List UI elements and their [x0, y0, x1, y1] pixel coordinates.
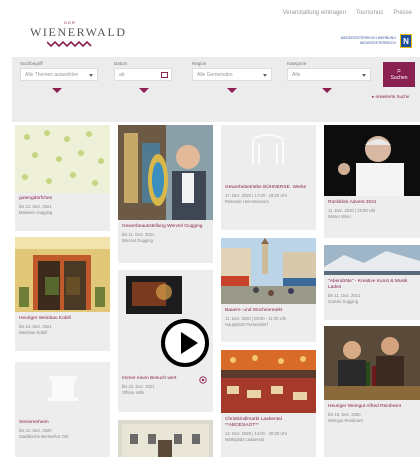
- event-title: Bauern- und Wochenmarkt: [225, 308, 283, 313]
- filter-tags-value: Alle: [292, 72, 301, 78]
- filter-pointer-icon: [52, 88, 62, 93]
- event-card[interactable]: [118, 420, 213, 457]
- event-image: [118, 125, 213, 220]
- nav-link-press[interactable]: Presse: [393, 10, 412, 16]
- event-card[interactable]: Heuriger Weingut Alfred Reinbrant bis 16…: [324, 326, 420, 457]
- event-image: [15, 237, 110, 312]
- event-location: Hauptplatz Purkersdorf: [225, 321, 268, 327]
- event-location: Stadtkirche Breitenfurt Ost: [19, 433, 69, 439]
- event-card[interactable]: Bauern- und Wochenmarkt 11. Dez. 2020 | …: [221, 238, 316, 342]
- event-location: Maleisen Sugging: [19, 209, 53, 215]
- filter-region: Region Alle Gemeinden: [192, 61, 272, 81]
- filter-region-value: Alle Gemeinden: [197, 72, 233, 78]
- filter-tags-label: Kategorie: [287, 61, 307, 66]
- event-card-body: Gewerbeausstellung Wenzel Gugging bis 11…: [122, 224, 209, 243]
- chevron-down-icon: [89, 74, 93, 77]
- event-card-body: Christkindlmarkt Laabental **ABGESAGT** …: [225, 417, 312, 442]
- event-image: [221, 238, 316, 304]
- filter-bar: Suchbegriff Alle Themen auswählen Datum …: [12, 57, 420, 122]
- event-title: Immer einen Besuch wert: [122, 376, 177, 381]
- advanced-search-link[interactable]: ▸ erweiterte Suche: [372, 94, 409, 100]
- event-image: [324, 125, 420, 196]
- search-button[interactable]: ⌕ Suchen: [383, 62, 415, 87]
- event-card[interactable]: Immer einen Besuch wert bis 22. Dez. 202…: [118, 270, 213, 412]
- event-card-body: gutengdörfchen bis 21. Dez. 2021 Maleise…: [19, 196, 106, 215]
- event-card[interactable]: Gewerbebetriebe BÜHNERSE. Werke 17. Dez.…: [221, 125, 316, 230]
- filter-category-label: Suchbegriff: [20, 61, 43, 66]
- logo-name: WIENERWALD: [30, 25, 127, 39]
- filter-pointer-icon: [227, 88, 237, 93]
- event-title: gutengdörfchen: [19, 196, 53, 201]
- event-image: [118, 420, 213, 457]
- event-location: Weinbau Kobill: [19, 329, 47, 335]
- event-image: [324, 326, 420, 400]
- advanced-search-label: erweiterte Suche: [375, 94, 410, 99]
- filter-date: Datum ab: [114, 61, 172, 81]
- partner-badge-icon: N: [400, 34, 412, 48]
- event-location: Offene Höfe: [122, 389, 145, 395]
- nav-link-add-event[interactable]: Veranstaltung eintragen: [283, 10, 346, 16]
- filter-date-label: Datum: [114, 61, 128, 66]
- play-video-icon[interactable]: [161, 319, 209, 367]
- event-card[interactable]: Rückblick Advent 2021 11. Dez. 2020 | 19…: [324, 125, 420, 238]
- event-video-thumbnail[interactable]: [126, 276, 182, 321]
- event-title: Gewerbeausstellung Wenzel Gugging: [122, 224, 203, 229]
- filter-tags-select[interactable]: Alle: [287, 68, 371, 81]
- chevron-down-icon: [263, 74, 267, 77]
- event-card[interactable]: "Abendröte" - Kreative Kunst & Musik Lad…: [324, 245, 420, 320]
- search-button-label: Suchen: [390, 75, 408, 81]
- event-image-placeholder: [15, 362, 110, 416]
- event-image: [15, 125, 110, 193]
- filter-pointer-icon: [139, 88, 149, 93]
- event-card-body: Seniorenheim bis 31. Dez. 2020 Stadtkirc…: [19, 420, 106, 439]
- event-card-body: Immer einen Besuch wert bis 22. Dez. 202…: [122, 376, 209, 395]
- logo-wave-icon: [47, 41, 92, 47]
- event-title: Gewerbebetriebe BÜHNERSE. Werke: [225, 185, 307, 190]
- target-icon[interactable]: [199, 376, 207, 384]
- event-title: Christkindlmarkt Laabental **ABGESAGT**: [225, 417, 282, 428]
- search-icon: ⌕: [396, 66, 402, 75]
- filter-category-select[interactable]: Alle Themen auswählen: [20, 68, 98, 81]
- event-image: [221, 350, 316, 413]
- event-card-body: Heuriger Weinbau Kobill bis 24. Dez. 202…: [19, 316, 106, 335]
- event-location: Winter Wien: [328, 213, 351, 219]
- event-card-body: Rückblick Advent 2021 11. Dez. 2020 | 19…: [328, 200, 416, 219]
- event-card-body: Gewerbebetriebe BÜHNERSE. Werke 17. Dez.…: [225, 185, 312, 204]
- filter-pointer-icon: [322, 88, 332, 93]
- event-location: Reitende Heimmuseum: [225, 198, 269, 204]
- filter-region-label: Region: [192, 61, 207, 66]
- filter-category-value: Alle Themen auswählen: [25, 72, 79, 78]
- event-card[interactable]: Christkindlmarkt Laabental **ABGESAGT** …: [221, 350, 316, 457]
- event-image-placeholder: [221, 125, 316, 181]
- event-title: "Abendröte" - Kreative Kunst & Musik Lad…: [328, 279, 408, 290]
- event-card-body: Bauern- und Wochenmarkt 11. Dez. 2020 | …: [225, 308, 312, 327]
- event-card[interactable]: Gewerbeausstellung Wenzel Gugging bis 11…: [118, 125, 213, 263]
- partner-text: NIEDERÖSTERREICH WERBUNG NIEDERÖSTERREIC…: [340, 36, 396, 45]
- wienerwald-logo[interactable]: DER WIENERWALD: [30, 20, 127, 47]
- event-title: Heuriger Weinbau Kobill: [19, 316, 71, 321]
- chevron-down-icon: [362, 74, 366, 77]
- filter-date-value: ab: [119, 72, 125, 78]
- event-card[interactable]: Seniorenheim bis 31. Dez. 2020 Stadtkirc…: [15, 362, 110, 457]
- event-card-body: "Abendröte" - Kreative Kunst & Musik Lad…: [328, 279, 416, 304]
- event-title: Seniorenheim: [19, 420, 49, 425]
- nav-link-tourism[interactable]: Tourismus: [356, 10, 383, 16]
- filter-region-select[interactable]: Alle Gemeinden: [192, 68, 272, 81]
- top-navigation: Veranstaltung eintragen Tourismus Presse: [283, 10, 412, 16]
- calendar-icon[interactable]: [161, 72, 168, 78]
- event-title: Heuriger Weingut Alfred Reinbrant: [328, 404, 401, 409]
- event-card[interactable]: gutengdörfchen bis 21. Dez. 2021 Maleise…: [15, 125, 110, 231]
- partner-logo[interactable]: NIEDERÖSTERREICH WERBUNG NIEDERÖSTERREIC…: [336, 34, 412, 48]
- event-location: Wenzel Gugging: [122, 237, 153, 243]
- event-location: Marktplatz Laabental: [225, 436, 264, 442]
- event-title: Rückblick Advent 2021: [328, 200, 377, 205]
- event-card-body: Heuriger Weingut Alfred Reinbrant bis 16…: [328, 404, 416, 423]
- event-location: Galerie Sugging: [328, 298, 359, 304]
- filter-date-input[interactable]: ab: [114, 68, 172, 81]
- filter-category: Suchbegriff Alle Themen auswählen: [20, 61, 98, 81]
- event-card[interactable]: Heuriger Weinbau Kobill bis 24. Dez. 202…: [15, 237, 110, 351]
- event-location: Weingut Reinbrant: [328, 417, 363, 423]
- event-image: [324, 245, 420, 275]
- filter-tags: Kategorie Alle: [287, 61, 371, 81]
